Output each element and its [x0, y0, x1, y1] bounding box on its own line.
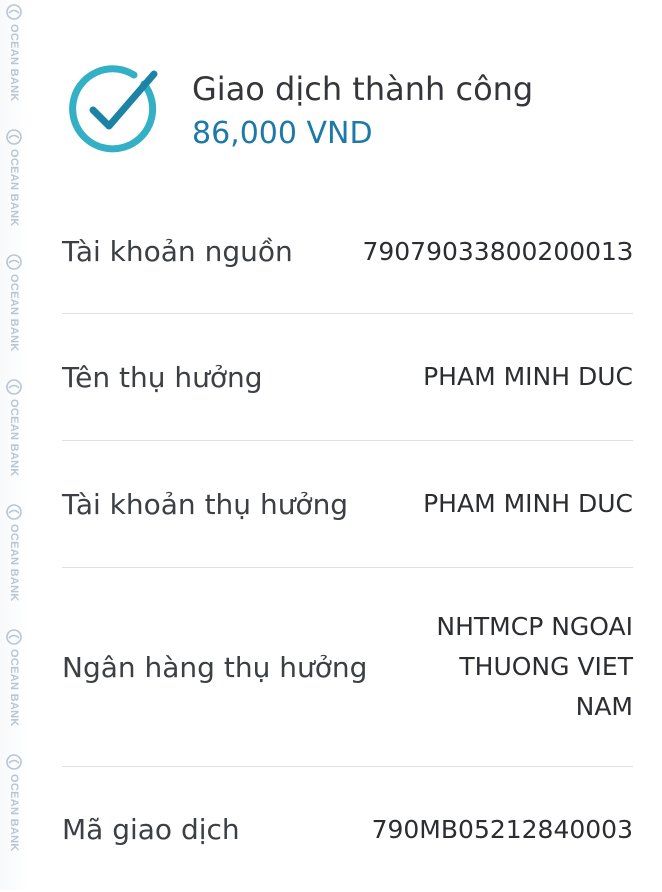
watermark-unit: OCEAN BANK	[0, 754, 28, 879]
detail-row-transaction-id: Mã giao dịch 790MB05212840003	[62, 767, 633, 892]
detail-value: PHAM MINH DUC	[423, 362, 633, 391]
watermark-text: OCEAN BANK	[8, 399, 20, 477]
watermark-unit: OCEAN BANK	[0, 129, 28, 254]
watermark-unit: OCEAN BANK	[0, 254, 28, 379]
watermark-text: OCEAN BANK	[8, 149, 20, 227]
watermark-unit: OCEAN BANK	[0, 629, 28, 754]
watermark-text: OCEAN BANK	[8, 524, 20, 602]
transaction-status-title: Giao dịch thành công	[192, 70, 534, 108]
detail-label: Tài khoản nguồn	[62, 235, 293, 268]
detail-value: 7907903380020001З	[362, 236, 633, 266]
transaction-result-header: Giao dịch thành công 86,000 VND	[62, 60, 642, 170]
watermark-text: OCEAN BANK	[8, 24, 20, 102]
ocean-bank-watermark: OCEAN BANK OCEAN BANK OCEAN BANK OCEAN BANK…	[0, 0, 28, 890]
transaction-amount: 86,000 VND	[192, 116, 373, 151]
detail-value: 790MB05212840003	[371, 814, 633, 844]
detail-row-beneficiary-name: Tên thụ hưởng PHAM MINH DUC	[62, 314, 633, 441]
detail-label: Ngân hàng thụ hưởng	[62, 650, 368, 684]
watermark-text: OCEAN BANK	[8, 274, 20, 352]
detail-value: NHTMCP NGOAI THUONG VIET NAM	[436, 612, 633, 721]
ocean-bank-logo-icon	[6, 254, 22, 270]
detail-value: PHAM MINH DUC	[423, 489, 633, 518]
watermark-unit: OCEAN BANK	[0, 4, 28, 129]
ocean-bank-logo-icon	[6, 379, 22, 395]
watermark-text: OCEAN BANK	[8, 774, 20, 852]
detail-row-beneficiary-account: Tài khoản thụ hưởng PHAM MINH DUC	[62, 441, 633, 568]
watermark-unit: OCEAN BANK	[0, 379, 28, 504]
detail-label: Mã giao dịch	[62, 813, 240, 846]
ocean-bank-logo-icon	[6, 754, 22, 770]
check-circle-icon	[69, 65, 158, 153]
watermark-text: OCEAN BANK	[8, 649, 20, 727]
detail-label: Tài khoản thụ hưởng	[62, 487, 349, 521]
detail-row-source-account: Tài khoản nguồn 7907903380020001З	[62, 190, 633, 314]
ocean-bank-logo-icon	[6, 4, 22, 20]
detail-label: Tên thụ hưởng	[62, 360, 263, 394]
ocean-bank-logo-icon	[6, 129, 22, 145]
ocean-bank-logo-icon	[6, 629, 22, 645]
watermark-unit: OCEAN BANK	[0, 504, 28, 629]
ocean-bank-logo-icon	[6, 504, 22, 520]
transaction-details: Tài khoản nguồn 7907903380020001З Tên th…	[62, 190, 633, 892]
detail-row-beneficiary-bank: Ngân hàng thụ hưởng NHTMCP NGOAI THUONG …	[62, 568, 633, 767]
